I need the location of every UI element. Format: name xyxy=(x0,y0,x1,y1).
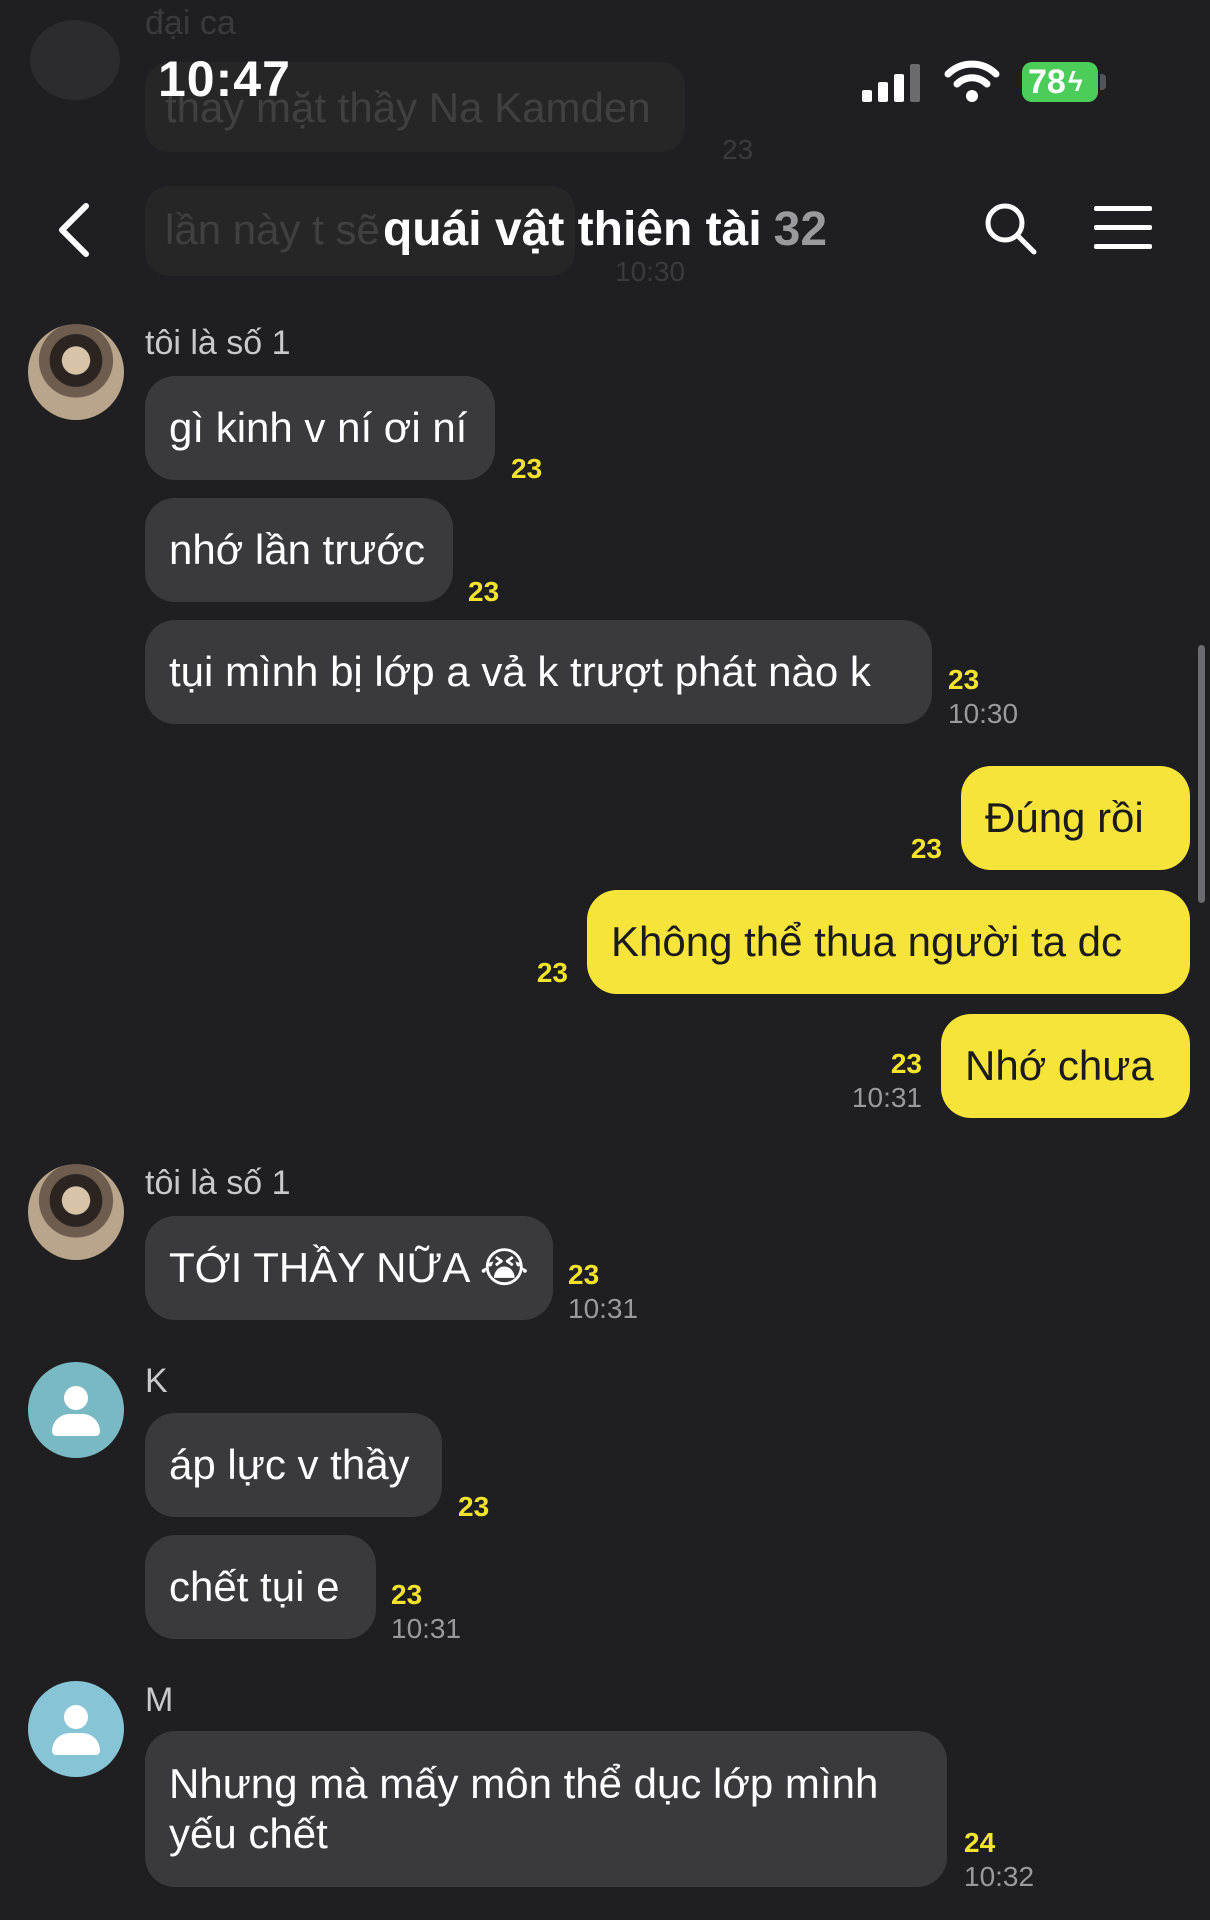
avatar-head xyxy=(64,1705,88,1729)
battery-level: 78 xyxy=(1028,62,1066,101)
avatar-body xyxy=(52,1414,100,1436)
message-meta: 23 xyxy=(458,1490,489,1524)
sender-name: M xyxy=(145,1681,174,1719)
read-count: 23 xyxy=(458,1491,490,1522)
avatar[interactable] xyxy=(28,324,124,420)
message-text: Nhớ chưa xyxy=(965,1042,1154,1089)
message-bubble[interactable]: TỚI THẦY NỮA 😭 xyxy=(145,1216,553,1320)
message-meta: 23 10:31 xyxy=(391,1578,461,1646)
message-bubble[interactable]: gì kinh v ní ơi ní xyxy=(145,376,495,480)
message-bubble[interactable]: tụi mình bị lớp a vả k trượt phát nào k xyxy=(145,620,932,724)
message-bubble[interactable]: áp lực v thầy xyxy=(145,1413,442,1517)
message-bubble[interactable]: Không thể thua người ta dc xyxy=(587,890,1190,994)
signal-icon xyxy=(862,64,920,102)
message-time: 10:31 xyxy=(391,1613,462,1644)
ghost-avatar xyxy=(30,20,120,100)
avatar[interactable] xyxy=(28,1681,124,1777)
message-meta: 23 10:31 xyxy=(568,1258,638,1326)
message-text: Nhưng mà mấy môn thể dục lớp mình yếu ch… xyxy=(169,1760,879,1857)
read-count: 23 xyxy=(511,453,543,484)
scrollbar[interactable] xyxy=(1198,645,1205,903)
message-time: 10:31 xyxy=(851,1082,922,1113)
message-text: gì kinh v ní ơi ní xyxy=(169,404,468,451)
message-meta: 24 10:32 xyxy=(964,1826,1034,1894)
menu-icon[interactable] xyxy=(1094,206,1152,250)
read-count: 23 xyxy=(391,1579,423,1610)
message-text: tụi mình bị lớp a vả k trượt phát nào k xyxy=(169,648,871,695)
avatar-body xyxy=(52,1733,100,1755)
message-meta: 23 xyxy=(511,452,542,486)
sender-name: K xyxy=(145,1362,168,1400)
message-time: 10:32 xyxy=(964,1861,1035,1892)
message-meta: 23 xyxy=(880,832,942,866)
battery-indicator: 78 ϟ xyxy=(1022,62,1098,102)
read-count: 23 xyxy=(468,576,500,607)
message-text: nhớ lần trước xyxy=(169,526,425,573)
sender-name: tôi là số 1 xyxy=(145,1164,291,1202)
avatar[interactable] xyxy=(28,1164,124,1260)
group-name: quái vật thiên tài xyxy=(382,203,762,256)
avatar[interactable] xyxy=(28,1362,124,1458)
message-meta: 23 xyxy=(506,956,568,990)
status-time: 10:47 xyxy=(158,51,291,107)
message-text: Không thể thua người ta dc xyxy=(611,918,1123,965)
message-bubble[interactable]: nhớ lần trước xyxy=(145,498,453,602)
message-bubble[interactable]: Nhớ chưa xyxy=(941,1014,1190,1118)
sender-name: tôi là số 1 xyxy=(145,324,291,362)
wifi-icon xyxy=(944,60,1000,102)
avatar-head xyxy=(64,1386,88,1410)
message-text: áp lực v thầy xyxy=(169,1441,410,1488)
message-time: 10:30 xyxy=(948,698,1019,729)
search-icon[interactable] xyxy=(982,200,1038,256)
read-count: 23 xyxy=(948,664,980,695)
read-count: 23 xyxy=(536,957,568,988)
message-text: TỚI THẦY NỮA 😭 xyxy=(169,1244,529,1291)
message-time: 10:31 xyxy=(568,1293,639,1324)
read-count: 23 xyxy=(568,1259,600,1290)
read-count: 23 xyxy=(910,833,942,864)
message-bubble[interactable]: Nhưng mà mấy môn thể dục lớp mình yếu ch… xyxy=(145,1731,947,1887)
battery-tip xyxy=(1100,74,1106,90)
message-bubble[interactable]: Đúng rồi xyxy=(961,766,1190,870)
read-count: 23 xyxy=(890,1048,922,1079)
message-text: Đúng rồi xyxy=(985,794,1144,841)
read-count: 24 xyxy=(964,1827,996,1858)
ghost-time-2: 10:30 xyxy=(615,256,686,287)
message-meta: 23 xyxy=(468,575,499,609)
ghost-sender: đại ca xyxy=(145,4,236,42)
member-count: 32 xyxy=(773,203,828,256)
message-meta: 23 10:30 xyxy=(948,663,1018,731)
message-meta: 23 10:31 xyxy=(800,1047,922,1115)
message-bubble[interactable]: chết tụi e xyxy=(145,1535,376,1639)
charging-icon: ϟ xyxy=(1067,66,1083,97)
message-text: chết tụi e xyxy=(169,1563,340,1610)
ghost-read-1: 23 xyxy=(722,134,754,165)
